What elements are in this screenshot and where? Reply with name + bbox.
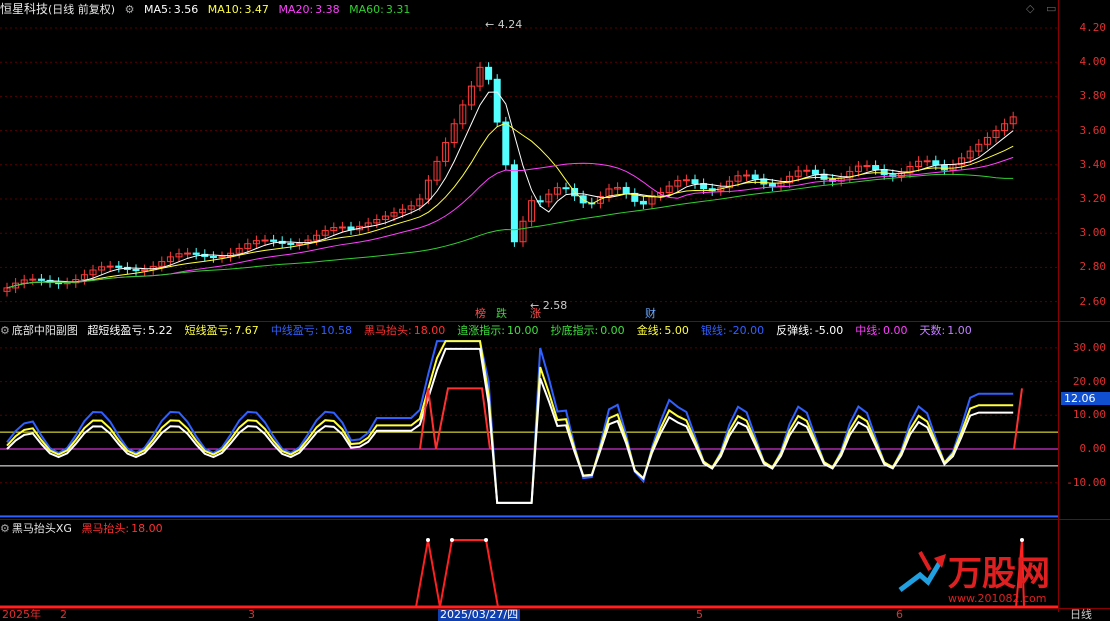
candle [502,121,510,166]
candle [940,164,948,171]
candle [682,179,690,182]
candle [115,265,123,268]
price-tick: 3.80 [1079,89,1107,103]
price-tick: 2.60 [1079,294,1107,308]
time-tick: 3 [248,608,255,621]
candle [743,174,751,177]
high-price-label: ← 4.24 [485,18,522,31]
time-tick: 5 [696,608,703,621]
price-tick: 3.00 [1079,226,1107,240]
candle [872,165,880,171]
xg-dot [426,538,430,542]
brand-url: www.201082.com [948,592,1046,605]
candle [639,200,647,205]
xg-dot [450,538,454,542]
candle [932,160,940,166]
candle [29,278,37,281]
oscillator-line [6,340,1014,504]
candle [562,187,570,190]
price-tick: 3.20 [1079,192,1107,205]
indicator-chart[interactable] [0,322,1058,518]
price-tick: 3.60 [1079,123,1107,137]
dark-horse-line [419,387,1023,450]
cursor-date-label: 2025/03/27/四 [438,608,521,621]
candle [184,252,192,255]
time-tick: 2025年 [2,608,41,621]
candle [63,282,71,285]
candle [485,66,493,80]
candle [751,174,759,180]
candle [691,179,699,185]
indicator-tick: -10.00 [1066,475,1106,489]
ma5-line [6,91,1014,289]
price-tick: 2.80 [1079,260,1107,274]
indicator-tick: 30.00 [1072,340,1106,354]
candle [493,78,501,123]
brand-logo: 万股网 www.201082.com [898,551,1050,605]
candle [880,169,888,176]
candle [768,183,776,187]
candle [923,160,931,163]
candle [261,239,269,242]
event-marker: 财 [645,306,656,320]
event-marker: 榜 [475,306,486,320]
indicator-tick: 0.00 [1079,442,1107,455]
xg-dot [484,538,488,542]
candle [338,226,346,229]
candle [141,269,149,272]
event-marker: 涨 [530,307,541,320]
candle [106,265,114,268]
candle [803,169,811,172]
indicator-tick: 10.00 [1072,408,1106,422]
price-tick: 4.20 [1079,21,1107,34]
candle [863,165,871,168]
candle [622,186,630,194]
time-tick: 6 [896,608,903,621]
price-tick: 3.40 [1079,157,1107,171]
candle [287,242,295,246]
ma60-line [6,173,1014,289]
period-label[interactable]: 日线 [1070,609,1092,621]
indicator-tick: 20.00 [1072,374,1106,388]
candle [820,173,828,180]
time-tick: 2 [60,608,67,621]
kline-chart[interactable]: ← 4.24← 2.58榜跌涨财 [0,0,1058,320]
ma10-line [6,122,1014,289]
candle [270,239,278,242]
candle [132,268,140,272]
brand-name: 万股网 [948,554,1050,594]
candle [192,252,200,255]
oscillator-line [6,340,1014,504]
time-axis: 2025年 2 3 2025/03/27/四 5 6 日线 [0,608,1110,621]
event-marker: 跌 [496,306,507,320]
candle [37,278,45,281]
current-value-box: 12.06 [1061,392,1110,405]
price-tick: 4.00 [1079,55,1107,69]
candle [811,169,819,175]
candle [209,255,217,259]
